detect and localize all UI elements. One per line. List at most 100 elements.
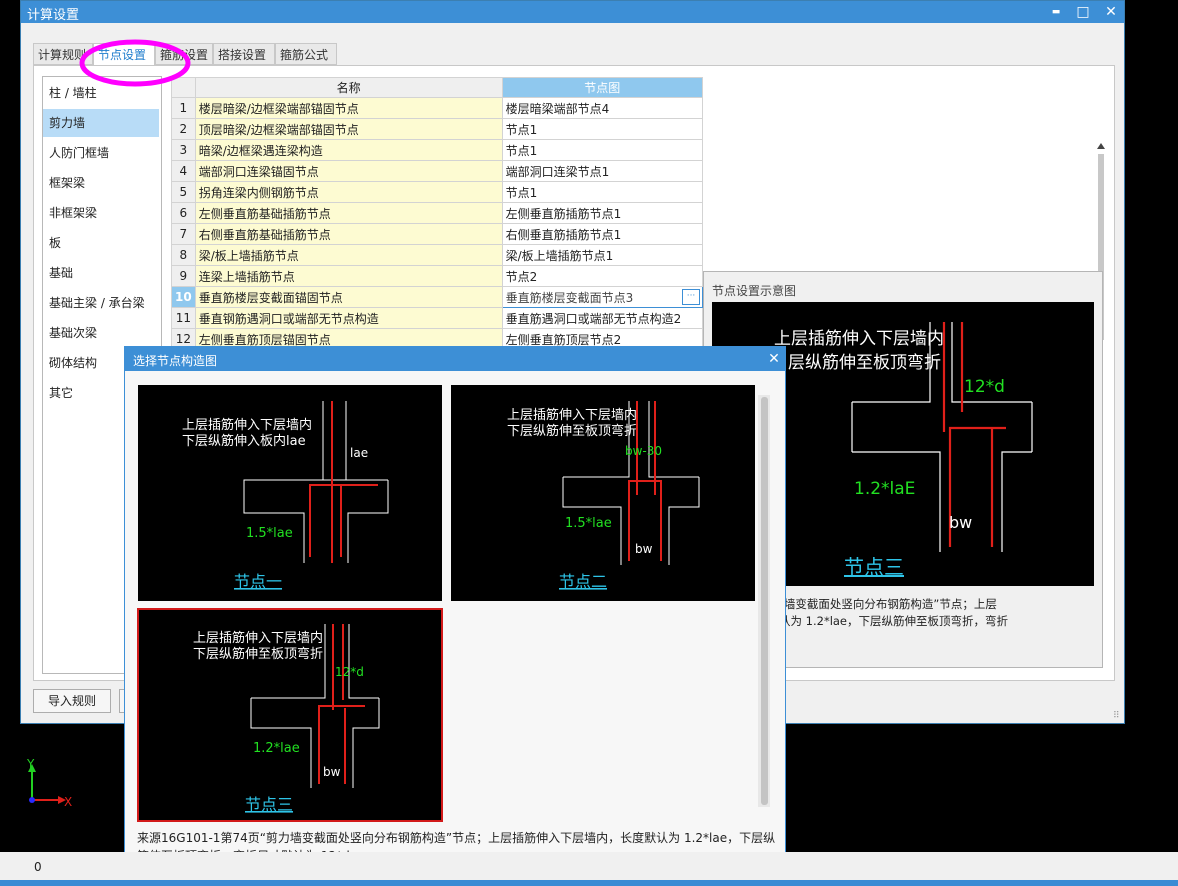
resize-grip-icon[interactable]: ⠿ [1113,711,1120,721]
sidebar-item-non-frame-beam[interactable]: 非框架梁 [43,199,159,227]
sidebar-item-foundation-main-beam[interactable]: 基础主梁 / 承台梁 [43,289,159,317]
dialog-title: 选择节点构造图 [133,354,218,368]
table-row[interactable]: 8 梁/板上墙插筋节点 梁/板上墙插筋节点1 [171,244,704,266]
row-number: 7 [171,223,196,245]
table-row[interactable]: 4 端部洞口连梁锚固节点 端部洞口连梁节点1 [171,160,704,182]
title-bar: 计算设置 ▬ □ ✕ [21,1,1124,23]
row-name-cell[interactable]: 右侧垂直筋基础插筋节点 [194,223,503,245]
row-name-cell[interactable]: 垂直钢筋遇洞口或端部无节点构造 [194,307,503,329]
import-rules-button[interactable]: 导入规则 [33,689,111,713]
node-option-2[interactable]: 上层插筋伸入下层墙内 下层纵筋伸至板顶弯折 bw-30 1.5*lae bw 节… [451,385,755,601]
option2-dim-bw: bw [635,542,653,556]
option1-dim-lae: lae [350,446,368,460]
node-option-1[interactable]: 上层插筋伸入下层墙内 下层纵筋伸入板内lae lae 1.5*lae 节点一 [138,385,442,601]
tab-stirrup-formula[interactable]: 箍筋公式 [275,43,337,65]
option1-line1: 上层插筋伸入下层墙内 [182,417,312,433]
preview-caption: 节点三 [844,555,904,579]
table-row[interactable]: 2 顶层暗梁/边框梁端部锚固节点 节点1 [171,118,704,140]
row-number: 6 [171,202,196,224]
axis-gizmo-icon: Y X [26,758,72,809]
option3-line2: 下层纵筋伸至板顶弯折 [193,646,323,662]
node-option-3[interactable]: 上层插筋伸入下层墙内 下层纵筋伸至板顶弯折 12*d 1.2*lae bw 节点… [137,608,443,822]
row-number: 5 [171,181,196,203]
table-row[interactable]: 11 垂直钢筋遇洞口或端部无节点构造 垂直筋遇洞口或端部无节点构造2 [171,307,704,329]
node-settings-table: 名称 节点图 1 楼层暗梁/边框梁端部锚固节点 楼层暗梁端部节点4 2 顶层暗梁/边框梁… [171,77,704,350]
preview-dim-bw: bw [949,513,972,532]
table-row[interactable]: 7 右侧垂直筋基础插筋节点 右侧垂直筋插筋节点1 [171,223,704,245]
row-name-cell[interactable]: 左侧垂直筋基础插筋节点 [194,202,503,224]
sidebar-item-frame-beam[interactable]: 框架梁 [43,169,159,197]
row-number: 3 [171,139,196,161]
option3-line1: 上层插筋伸入下层墙内 [193,630,323,646]
preview-header: 节点设置示意图 [712,284,797,298]
dialog-title-bar: 选择节点构造图 ✕ [125,347,785,371]
row-node-cell[interactable]: 节点1 [501,139,704,161]
row-node-cell[interactable]: 节点1 [501,181,704,203]
row-node-cell[interactable]: 右侧垂直筋插筋节点1 [501,223,704,245]
taskbar-strip [0,880,1178,886]
preview-line1: 上层插筋伸入下层墙内 [774,329,944,349]
name-column-header[interactable]: 名称 [194,77,503,98]
option3-dim-12d: 12*d [335,665,364,679]
option3-dim-bw: bw [323,765,341,779]
row-number: 11 [171,307,196,329]
axis-x-label: X [64,795,72,809]
option1-caption: 节点一 [234,572,282,591]
row-node-cell[interactable]: 节点2 [501,265,704,287]
sidebar-item-slab[interactable]: 板 [43,229,159,257]
select-node-dialog: 选择节点构造图 ✕ 上层插筋伸入下层墙内 下层纵筋伸入板内lae lae 1.5… [124,346,786,882]
option3-caption: 节点三 [245,795,293,814]
sidebar-item-foundation[interactable]: 基础 [43,259,159,287]
status-bar: 0 [0,852,1178,880]
row-name-cell[interactable]: 顶层暗梁/边框梁端部锚固节点 [194,118,503,140]
window-title: 计算设置 [27,8,80,23]
option3-dim-12lae: 1.2*lae [253,741,300,756]
dialog-close-button[interactable]: ✕ [765,349,783,369]
preview-line2: 层纵筋伸至板顶弯折 [788,353,941,373]
sidebar-item-civil-defense-wall[interactable]: 人防门框墙 [43,139,159,167]
row-number: 10 [171,286,196,308]
status-value: 0 [34,860,42,874]
row-node-cell[interactable]: 梁/板上墙插筋节点1 [501,244,704,266]
table-row[interactable]: 1 楼层暗梁/边框梁端部锚固节点 楼层暗梁端部节点4 [171,97,704,119]
row-number: 2 [171,118,196,140]
table-row[interactable]: 5 拐角连梁内侧钢筋节点 节点1 [171,181,704,203]
row-node-cell[interactable]: 楼层暗梁端部节点4 [501,97,704,119]
option2-line1: 上层插筋伸入下层墙内 [507,407,637,423]
row-node-cell[interactable]: 左侧垂直筋插筋节点1 [501,202,704,224]
table-row[interactable]: 9 连梁上墙插筋节点 节点2 [171,265,704,287]
row-number: 1 [171,97,196,119]
option2-line2: 下层纵筋伸至板顶弯折 [507,423,637,439]
sidebar-item-shear-wall[interactable]: 剪力墙 [43,109,159,137]
dialog-scrollbar-thumb[interactable] [761,397,768,805]
row-name-cell[interactable]: 端部洞口连梁锚固节点 [194,160,503,182]
option1-line2: 下层纵筋伸入板内lae [182,433,306,449]
preview-dim-laE: 1.2*laE [854,479,915,499]
table-row[interactable]: 3 暗梁/边框梁遇连梁构造 节点1 [171,139,704,161]
minimize-button[interactable]: ▬ [1044,2,1068,22]
row-name-cell[interactable]: 拐角连梁内侧钢筋节点 [194,181,503,203]
option2-dim-15lae: 1.5*lae [565,516,612,531]
row-node-cell[interactable]: 节点1 [501,118,704,140]
row-node-cell[interactable]: 垂直筋楼层变截面节点3 ··· [501,286,704,308]
sidebar-item-foundation-secondary-beam[interactable]: 基础次梁 [43,319,159,347]
table-row[interactable]: 6 左侧垂直筋基础插筋节点 左侧垂直筋插筋节点1 [171,202,704,224]
row-number: 4 [171,160,196,182]
row-name-cell[interactable]: 暗梁/边框梁遇连梁构造 [194,139,503,161]
row-name-cell[interactable]: 梁/板上墙插筋节点 [194,244,503,266]
row-name-cell[interactable]: 连梁上墙插筋节点 [194,265,503,287]
row-node-value: 垂直筋楼层变截面节点3 [505,290,634,305]
close-button[interactable]: ✕ [1099,2,1123,22]
option2-dim-bw30: bw-30 [625,444,662,458]
highlight-circle-annotation [79,39,191,87]
preview-dim-12d: 12*d [964,377,1005,397]
row-node-cell[interactable]: 垂直筋遇洞口或端部无节点构造2 [501,307,704,329]
node-column-header[interactable]: 节点图 [501,77,704,98]
tab-lap-settings[interactable]: 搭接设置 [213,43,275,65]
ellipsis-button[interactable]: ··· [682,289,700,305]
row-name-cell[interactable]: 楼层暗梁/边框梁端部锚固节点 [194,97,503,119]
row-name-cell[interactable]: 垂直筋楼层变截面锚固节点 [194,286,503,308]
maximize-button[interactable]: □ [1071,2,1095,22]
table-row[interactable]: 10 垂直筋楼层变截面锚固节点 垂直筋楼层变截面节点3 ··· [171,286,704,308]
row-node-cell[interactable]: 端部洞口连梁节点1 [501,160,704,182]
